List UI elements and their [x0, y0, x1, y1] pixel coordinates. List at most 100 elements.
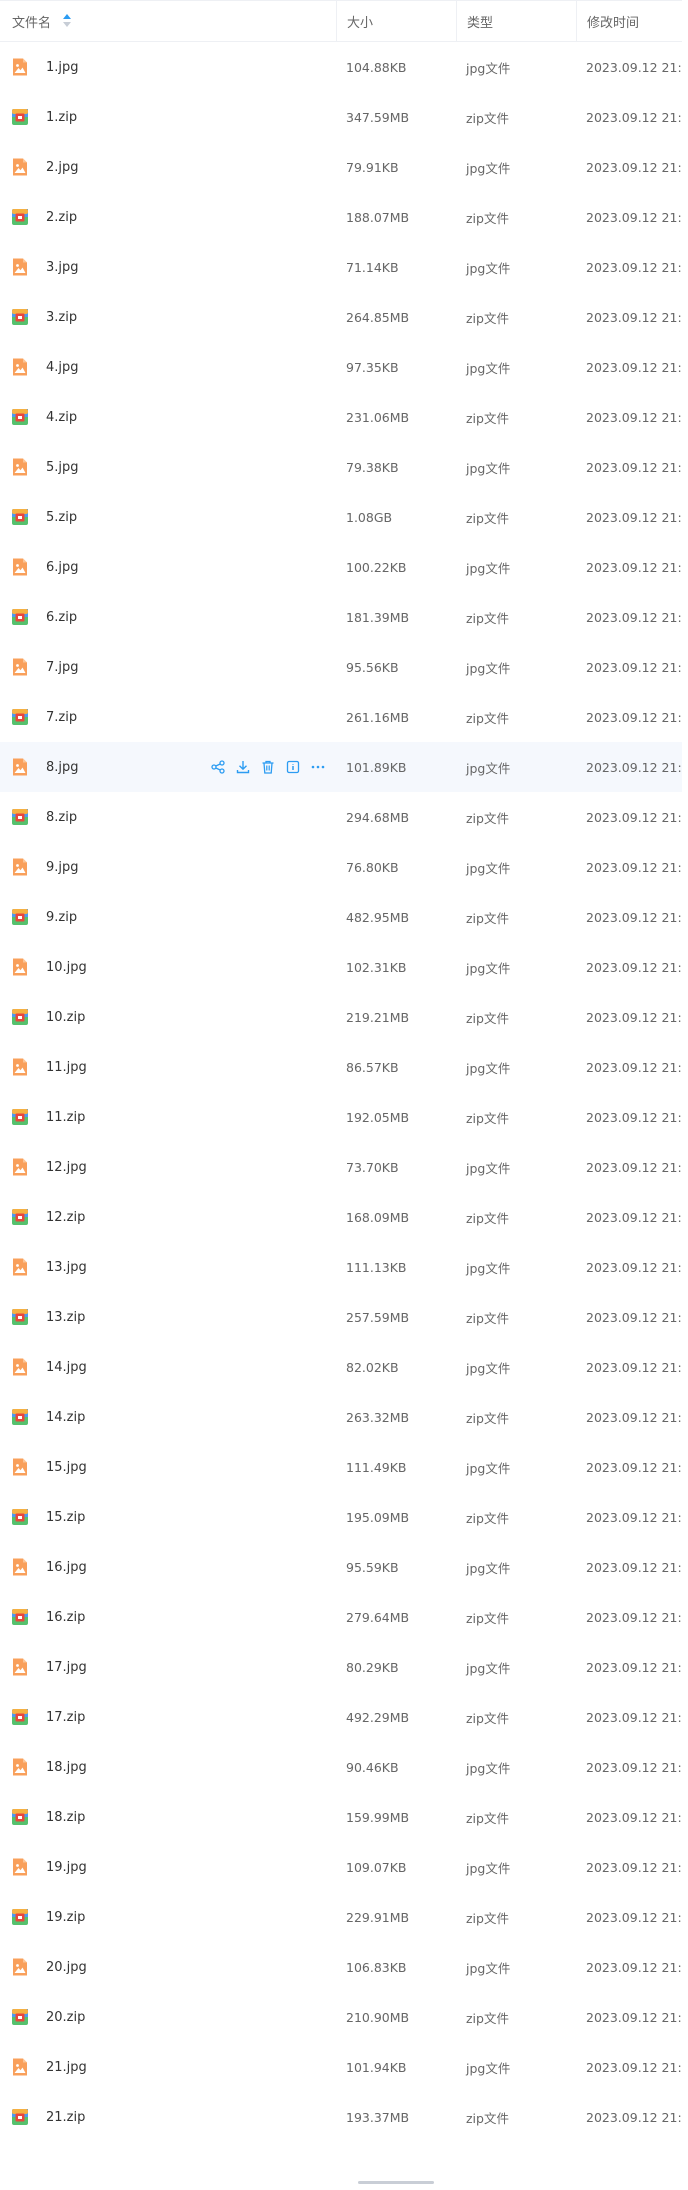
file-name[interactable]: 20.jpg	[46, 1960, 87, 1975]
file-row[interactable]: 15.jpg 111.49KB jpg文件 2023.09.12 21:05	[0, 1442, 682, 1492]
file-row[interactable]: 12.jpg 73.70KB jpg文件 2023.09.12 21:05	[0, 1142, 682, 1192]
file-name[interactable]: 12.zip	[46, 1210, 85, 1225]
file-row[interactable]: 4.zip 231.06MB zip文件 2023.09.12 21:05	[0, 392, 682, 442]
file-name-cell[interactable]: 1.zip	[0, 92, 336, 142]
file-name[interactable]: 1.zip	[46, 110, 77, 125]
file-name-cell[interactable]: 6.jpg	[0, 542, 336, 592]
file-row[interactable]: 20.zip 210.90MB zip文件 2023.09.12 21:05	[0, 1992, 682, 2042]
file-name[interactable]: 10.jpg	[46, 960, 87, 975]
horizontal-scrollbar[interactable]	[358, 2181, 434, 2184]
file-name-cell[interactable]: 13.jpg	[0, 1242, 336, 1292]
header-name-column[interactable]: 文件名	[0, 1, 336, 41]
file-name[interactable]: 10.zip	[46, 1010, 85, 1025]
file-name-cell[interactable]: 11.jpg	[0, 1042, 336, 1092]
file-row[interactable]: 16.jpg 95.59KB jpg文件 2023.09.12 21:05	[0, 1542, 682, 1592]
file-row[interactable]: 21.zip 193.37MB zip文件 2023.09.12 21:05	[0, 2092, 682, 2142]
file-name-cell[interactable]: 5.jpg	[0, 442, 336, 492]
file-row[interactable]: 1.zip 347.59MB zip文件 2023.09.12 21:05	[0, 92, 682, 142]
file-name-cell[interactable]: 20.zip	[0, 1992, 336, 2042]
file-row[interactable]: 2.jpg 79.91KB jpg文件 2023.09.12 21:05	[0, 142, 682, 192]
file-name[interactable]: 5.zip	[46, 510, 77, 525]
file-name-cell[interactable]: 15.jpg	[0, 1442, 336, 1492]
file-row[interactable]: 19.zip 229.91MB zip文件 2023.09.12 21:05	[0, 1892, 682, 1942]
file-name[interactable]: 9.jpg	[46, 860, 79, 875]
file-name-cell[interactable]: 6.zip	[0, 592, 336, 642]
file-row[interactable]: 12.zip 168.09MB zip文件 2023.09.12 21:05	[0, 1192, 682, 1242]
header-size-column[interactable]: 大小	[336, 1, 456, 41]
file-name-cell[interactable]: 18.jpg	[0, 1742, 336, 1792]
file-row[interactable]: 19.jpg 109.07KB jpg文件 2023.09.12 21:05	[0, 1842, 682, 1892]
file-row[interactable]: 6.zip 181.39MB zip文件 2023.09.12 21:05	[0, 592, 682, 642]
file-row[interactable]: 9.zip 482.95MB zip文件 2023.09.12 21:05	[0, 892, 682, 942]
file-name[interactable]: 3.jpg	[46, 260, 79, 275]
file-row[interactable]: 8.zip 294.68MB zip文件 2023.09.12 21:05	[0, 792, 682, 842]
file-name-cell[interactable]: 12.zip	[0, 1192, 336, 1242]
file-row[interactable]: 10.zip 219.21MB zip文件 2023.09.12 21:05	[0, 992, 682, 1042]
file-row[interactable]: 11.zip 192.05MB zip文件 2023.09.12 21:05	[0, 1092, 682, 1142]
file-name-cell[interactable]: 2.jpg	[0, 142, 336, 192]
file-row[interactable]: 20.jpg 106.83KB jpg文件 2023.09.12 21:05	[0, 1942, 682, 1992]
file-name[interactable]: 6.jpg	[46, 560, 79, 575]
file-name-cell[interactable]: 19.zip	[0, 1892, 336, 1942]
file-name[interactable]: 21.jpg	[46, 2060, 87, 2075]
file-row[interactable]: 21.jpg 101.94KB jpg文件 2023.09.12 21:05	[0, 2042, 682, 2092]
file-name-cell[interactable]: 7.jpg	[0, 642, 336, 692]
file-row[interactable]: 5.zip 1.08GB zip文件 2023.09.12 21:05	[0, 492, 682, 542]
file-name[interactable]: 12.jpg	[46, 1160, 87, 1175]
file-name[interactable]: 8.jpg	[46, 760, 79, 775]
file-row[interactable]: 10.jpg 102.31KB jpg文件 2023.09.12 21:05	[0, 942, 682, 992]
file-name-cell[interactable]: 17.jpg	[0, 1642, 336, 1692]
file-name-cell[interactable]: 9.zip	[0, 892, 336, 942]
file-name-cell[interactable]: 9.jpg	[0, 842, 336, 892]
file-name-cell[interactable]: 21.jpg	[0, 2042, 336, 2092]
file-name-cell[interactable]: 8.zip	[0, 792, 336, 842]
file-name[interactable]: 7.jpg	[46, 660, 79, 675]
file-name[interactable]: 13.zip	[46, 1310, 85, 1325]
file-name-cell[interactable]: 19.jpg	[0, 1842, 336, 1892]
file-name[interactable]: 18.zip	[46, 1810, 85, 1825]
file-row[interactable]: 13.zip 257.59MB zip文件 2023.09.12 21:05	[0, 1292, 682, 1342]
delete-icon[interactable]	[260, 759, 276, 775]
download-icon[interactable]	[235, 759, 251, 775]
file-name-cell[interactable]: 1.jpg	[0, 42, 336, 92]
file-name-cell[interactable]: 21.zip	[0, 2092, 336, 2142]
file-row[interactable]: 9.jpg 76.80KB jpg文件 2023.09.12 21:05	[0, 842, 682, 892]
sort-ascending-icon[interactable]	[63, 14, 72, 28]
file-name-cell[interactable]: 12.jpg	[0, 1142, 336, 1192]
file-name-cell[interactable]: 14.zip	[0, 1392, 336, 1442]
file-name[interactable]: 20.zip	[46, 2010, 85, 2025]
file-row[interactable]: 2.zip 188.07MB zip文件 2023.09.12 21:05	[0, 192, 682, 242]
header-time-column[interactable]: 修改时间	[576, 1, 682, 41]
file-name[interactable]: 3.zip	[46, 310, 77, 325]
file-name-cell[interactable]: 10.zip	[0, 992, 336, 1042]
file-name[interactable]: 19.zip	[46, 1910, 85, 1925]
file-row[interactable]: 11.jpg 86.57KB jpg文件 2023.09.12 21:05	[0, 1042, 682, 1092]
file-name[interactable]: 6.zip	[46, 610, 77, 625]
file-row[interactable]: 14.jpg 82.02KB jpg文件 2023.09.12 21:05	[0, 1342, 682, 1392]
file-name-cell[interactable]: 16.jpg	[0, 1542, 336, 1592]
file-name[interactable]: 15.jpg	[46, 1460, 87, 1475]
file-name-cell[interactable]: 17.zip	[0, 1692, 336, 1742]
file-name-cell[interactable]: 3.zip	[0, 292, 336, 342]
file-row[interactable]: 4.jpg 97.35KB jpg文件 2023.09.12 21:05	[0, 342, 682, 392]
file-row[interactable]: 5.jpg 79.38KB jpg文件 2023.09.12 21:05	[0, 442, 682, 492]
file-row[interactable]: 6.jpg 100.22KB jpg文件 2023.09.12 21:05	[0, 542, 682, 592]
file-row[interactable]: 17.jpg 80.29KB jpg文件 2023.09.12 21:05	[0, 1642, 682, 1692]
file-name-cell[interactable]: 13.zip	[0, 1292, 336, 1342]
file-name-cell[interactable]: 4.jpg	[0, 342, 336, 392]
info-icon[interactable]	[285, 759, 301, 775]
file-name[interactable]: 13.jpg	[46, 1260, 87, 1275]
file-row[interactable]: 18.jpg 90.46KB jpg文件 2023.09.12 21:05	[0, 1742, 682, 1792]
file-name-cell[interactable]: 10.jpg	[0, 942, 336, 992]
file-row[interactable]: 15.zip 195.09MB zip文件 2023.09.12 21:05	[0, 1492, 682, 1542]
file-name[interactable]: 16.zip	[46, 1610, 85, 1625]
more-icon[interactable]	[310, 759, 326, 775]
file-name-cell[interactable]: 20.jpg	[0, 1942, 336, 1992]
file-name-cell[interactable]: 7.zip	[0, 692, 336, 742]
file-row[interactable]: 3.zip 264.85MB zip文件 2023.09.12 21:05	[0, 292, 682, 342]
file-name-cell[interactable]: 11.zip	[0, 1092, 336, 1142]
file-name-cell[interactable]: 15.zip	[0, 1492, 336, 1542]
file-row[interactable]: 18.zip 159.99MB zip文件 2023.09.12 21:05	[0, 1792, 682, 1842]
file-name-cell[interactable]: 4.zip	[0, 392, 336, 442]
header-type-column[interactable]: 类型	[456, 1, 576, 41]
